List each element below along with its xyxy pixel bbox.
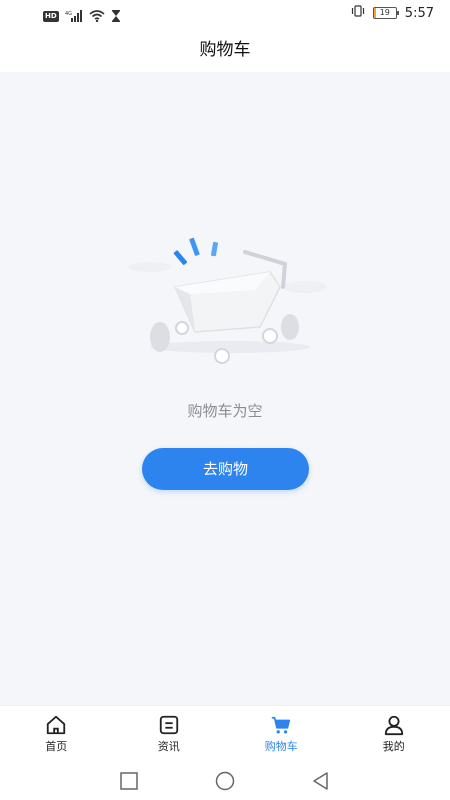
go-shopping-button[interactable]: 去购物 — [142, 448, 309, 490]
home-icon — [47, 715, 66, 735]
bottom-tabbar: 首页 资讯 购物车 我的 — [0, 705, 450, 762]
vibrate-icon — [351, 5, 365, 21]
cart-content: 购物车为空 去购物 — [0, 72, 450, 705]
wifi-icon — [89, 7, 105, 26]
status-bar: HD 4G 19 5:57 — [0, 0, 450, 28]
recent-apps-icon[interactable] — [118, 770, 140, 792]
tab-news[interactable]: 资讯 — [113, 706, 226, 762]
page-header: 购物车 — [0, 28, 450, 72]
tab-profile-label: 我的 — [382, 740, 405, 753]
clock-time: 5:57 — [404, 5, 434, 21]
battery-level: 19 — [379, 8, 390, 17]
network-type-label: 4G — [65, 11, 72, 17]
status-right-group: 19 5:57 — [351, 5, 434, 21]
user-icon — [384, 715, 403, 736]
home-nav-icon[interactable] — [214, 770, 236, 792]
tab-cart[interactable]: 购物车 — [225, 706, 338, 762]
empty-cart-message: 购物车为空 — [187, 402, 263, 420]
battery-icon: 19 — [372, 7, 399, 19]
tab-profile[interactable]: 我的 — [338, 706, 450, 762]
page-title: 购物车 — [199, 40, 251, 60]
cart-icon — [272, 716, 291, 734]
empty-cart-illustration — [120, 232, 330, 372]
system-navigation-bar — [0, 761, 450, 800]
news-icon — [159, 715, 178, 735]
status-left-group: HD 4G — [43, 7, 121, 26]
hourglass-icon — [111, 7, 121, 26]
tab-cart-label: 购物车 — [264, 740, 298, 753]
cellular-signal-icon: 4G — [65, 7, 83, 26]
hd-badge: HD — [43, 11, 59, 22]
tab-home[interactable]: 首页 — [0, 706, 113, 762]
tab-news-label: 资讯 — [157, 740, 180, 753]
back-nav-icon[interactable] — [310, 770, 332, 792]
tab-home-label: 首页 — [45, 740, 68, 753]
